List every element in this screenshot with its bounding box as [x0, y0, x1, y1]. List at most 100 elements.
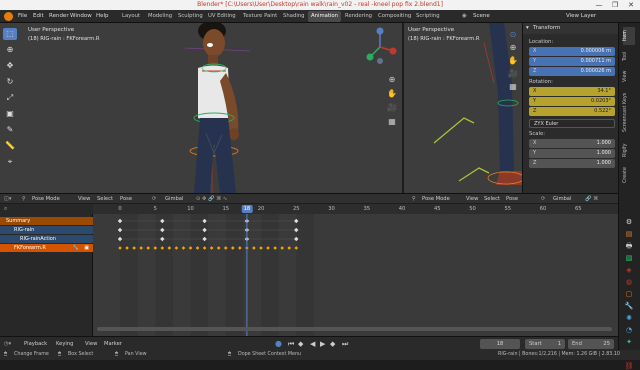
side-zoom-icon[interactable]: ⊕ [506, 41, 520, 54]
armature-icon[interactable]: ✦ [624, 338, 634, 346]
prev-key-icon[interactable]: ◆ [298, 337, 303, 351]
rotation-z-field[interactable]: Z 0.522° [529, 107, 615, 116]
tab-create[interactable]: Create [623, 163, 635, 187]
play-icon[interactable]: ▶ [320, 337, 325, 351]
current-frame-field[interactable]: 18 [480, 339, 520, 349]
rotation-y-field[interactable]: Y 0.0203° [529, 97, 615, 106]
modifier-icon[interactable]: 🔧 [624, 302, 634, 310]
workspace-tab-uv-editing[interactable]: UV Editing [205, 11, 239, 22]
next-key-icon[interactable]: ◆ [330, 337, 335, 351]
start-frame-field[interactable]: Start 1 [525, 339, 565, 349]
viewport-3d-side[interactable]: User Perspective (18) RIG-rain : FKForea… [404, 23, 522, 193]
minimize-button[interactable]: — [592, 0, 606, 10]
side-camera-icon[interactable]: 🎥 [506, 67, 520, 80]
side-orientation-select[interactable]: Gimbal [553, 194, 571, 204]
workspace-tab-modeling[interactable]: Modeling [145, 11, 175, 22]
jump-start-icon[interactable]: ⏮ [288, 337, 294, 351]
channel-lock-icon[interactable]: ▣ [84, 244, 89, 252]
timeline-editor-icon[interactable]: ◷▾ [4, 337, 11, 351]
scale-z-field[interactable]: Z 1.000 [529, 159, 615, 168]
dopesheet-menu-select[interactable]: Select [97, 194, 113, 204]
side-snap-icon[interactable]: 🔗 ⌘ [585, 194, 598, 204]
channel-summary[interactable]: Summary [0, 217, 93, 225]
world-icon[interactable]: ◍ [624, 278, 634, 286]
camera-icon[interactable]: 🎥 [386, 101, 398, 115]
timeline-ruler[interactable]: 0 5 10 15 20 25 30 35 40 45 50 55 60 65 18 [93, 204, 618, 214]
channel-rig-rain[interactable]: RIG-rain [0, 226, 93, 234]
workspace-tab-scripting[interactable]: Scripting [413, 11, 443, 22]
view-layer-selector[interactable]: View Layer [566, 10, 596, 23]
channel-rig-rain-action[interactable]: RIG-rainAction [0, 235, 93, 243]
orientation-select[interactable]: Gimbal [165, 194, 183, 204]
menu-file[interactable]: File [18, 10, 27, 23]
jump-end-icon[interactable]: ⏭ [342, 337, 348, 351]
editor-type-icon[interactable]: ◱▾ [4, 194, 12, 204]
output-icon[interactable]: 🖶 [624, 242, 634, 250]
tab-screencast-keys[interactable]: Screencast Keys [623, 87, 635, 137]
rotation-x-field[interactable]: X 34.1° [529, 87, 615, 96]
rotation-mode-select[interactable]: ZYX Euler [529, 119, 615, 128]
tab-view[interactable]: View [623, 67, 635, 85]
view-layer-icon[interactable]: ▧ [624, 254, 634, 262]
tool-icon[interactable]: ⚙ [624, 218, 634, 226]
keyframes-canvas[interactable] [93, 214, 618, 336]
zoom-icon[interactable]: ⊕ [386, 73, 398, 87]
channel-fkforearm-r[interactable]: FKForearm.R 🔧 ▣ [0, 244, 93, 252]
view-menu[interactable]: View [85, 337, 97, 351]
object-icon[interactable]: ▢ [624, 290, 634, 298]
tab-rigify[interactable]: Rigify [623, 139, 635, 161]
perspective-icon[interactable]: ▦ [386, 115, 398, 129]
workspace-tab-texture-paint[interactable]: Texture Paint [240, 11, 280, 22]
playback-menu[interactable]: Playback [24, 337, 47, 351]
blender-logo-icon[interactable] [4, 12, 13, 21]
location-y-field[interactable]: Y 0.000711 m [529, 57, 615, 66]
workspace-tab-sculpting[interactable]: Sculpting [175, 11, 206, 22]
playhead-frame-label[interactable]: 18 [241, 205, 253, 213]
close-button[interactable]: ✕ [624, 0, 638, 10]
scene-properties-icon[interactable]: ◈ [624, 266, 634, 274]
dopesheet-menu-pose[interactable]: Pose [120, 194, 132, 204]
side-gizmo-icon[interactable]: ⊙ [506, 28, 520, 41]
scene-selector[interactable]: Scene [473, 10, 490, 23]
workspace-tab-rendering[interactable]: Rendering [342, 11, 375, 22]
workspace-tab-animation[interactable]: Animation [308, 11, 342, 22]
physics-icon[interactable]: ◔ [624, 326, 634, 334]
dopesheet-keyframe-area[interactable] [93, 214, 618, 336]
side-menu-view[interactable]: View [466, 194, 478, 204]
menu-render[interactable]: Render [49, 10, 69, 23]
scale-x-field[interactable]: X 1.000 [529, 139, 615, 148]
side-pan-icon[interactable]: ✋ [506, 54, 520, 67]
dopesheet-mode-select[interactable]: Pose Mode [32, 194, 60, 204]
channel-search-bar[interactable]: ⌕ [0, 204, 93, 214]
workspace-tab-layout[interactable]: Layout [119, 11, 143, 22]
menu-help[interactable]: Help [96, 10, 109, 23]
location-z-field[interactable]: Z 0.000026 m [529, 67, 615, 76]
viewport-3d-main[interactable]: ⬚ ⊕ ✥ ↻ ⤢ ▣ ✎ 📏 ⌖ User Perspective (18) … [0, 23, 402, 193]
channel-wrench-icon[interactable]: 🔧 [73, 244, 79, 252]
side-menu-pose[interactable]: Pose [506, 194, 518, 204]
side-perspective-icon[interactable]: ▦ [506, 80, 520, 93]
transform-panel-header[interactable]: ▾ Transform [523, 23, 619, 34]
workspace-tab-compositing[interactable]: Compositing [375, 11, 414, 22]
navigation-gizmo-icon[interactable] [360, 27, 400, 67]
pivot-icon[interactable]: ⊙ ✥ 🔗 ⌘ ∿ [196, 194, 227, 204]
keying-menu[interactable]: Keying [56, 337, 73, 351]
record-icon[interactable]: ● [275, 337, 282, 351]
dopesheet-menu-view[interactable]: View [78, 194, 90, 204]
tab-tool[interactable]: Tool [623, 47, 635, 65]
menu-edit[interactable]: Edit [33, 10, 44, 23]
tab-item[interactable]: Item [623, 27, 635, 45]
render-icon[interactable]: ▤ [624, 230, 634, 238]
workspace-tab-shading[interactable]: Shading [280, 11, 308, 22]
side-mode-select[interactable]: Pose Mode [422, 194, 450, 204]
scale-y-field[interactable]: Y 1.000 [529, 149, 615, 158]
marker-menu[interactable]: Marker [104, 337, 122, 351]
constraint-icon[interactable]: ⛓ [624, 362, 634, 370]
pan-icon[interactable]: ✋ [386, 87, 398, 101]
play-reverse-icon[interactable]: ◀ [310, 337, 315, 351]
location-x-field[interactable]: X 0.000006 m [529, 47, 615, 56]
menu-window[interactable]: Window [70, 10, 92, 23]
particles-icon[interactable]: ✺ [624, 314, 634, 322]
end-frame-field[interactable]: End 25 [568, 339, 614, 349]
side-menu-select[interactable]: Select [484, 194, 500, 204]
